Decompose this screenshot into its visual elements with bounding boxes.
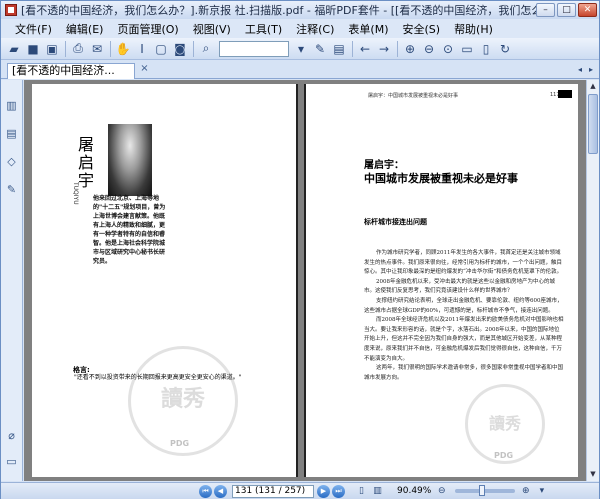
article-title-line1: 屠启宇：	[364, 160, 404, 171]
bookmarks-panel-icon[interactable]: ▥	[4, 98, 19, 113]
page-spine	[296, 84, 298, 477]
author-pinyin: TUQIYU	[72, 182, 79, 205]
zoom-dropdown-icon[interactable]: ▾	[535, 485, 548, 498]
toolbar-separator	[65, 40, 66, 57]
search-options-icon[interactable]: ▾	[292, 40, 310, 58]
scroll-down-icon[interactable]: ▼	[587, 468, 599, 480]
next-page-icon[interactable]: ▶	[317, 484, 330, 498]
save-all-icon[interactable]: ▣	[43, 40, 61, 58]
scroll-thumb[interactable]	[588, 94, 598, 154]
body-paragraph: 2008年金融危机以来，受冲击最大的就是这些以金融和房地产为中心的城市。这使我们…	[364, 278, 555, 295]
zoom-tool-icon[interactable]: ⊙	[439, 40, 457, 58]
email-icon[interactable]: ✉	[88, 40, 106, 58]
print-icon[interactable]: ⎙	[69, 40, 87, 58]
single-page-view-icon[interactable]: ▯	[355, 485, 368, 498]
document-view[interactable]: 屠启宇 TUQIYU 他来回过北京、上海等地的"十二五"规划项目，曾为上海世博会…	[24, 80, 586, 481]
last-page-icon[interactable]: ⏭	[332, 484, 345, 498]
facing-pages-view-icon[interactable]: ▥	[371, 485, 384, 498]
highlight-icon[interactable]: ✎	[311, 40, 329, 58]
menu-security[interactable]: 安全(S)	[402, 21, 440, 37]
status-bar: ⏮ ◀ 131 (131 / 257) ▶ ⏭ ▯ ▥ 90.49% ⊖ ⊕ ▾	[1, 482, 599, 499]
fit-width-icon[interactable]: ▯	[477, 40, 495, 58]
find-input[interactable]	[219, 40, 289, 57]
menu-view[interactable]: 视图(V)	[193, 21, 231, 37]
header-black-bar	[558, 90, 572, 98]
menu-form[interactable]: 表单(M)	[348, 21, 388, 37]
menu-help[interactable]: 帮助(H)	[454, 21, 493, 37]
right-page: 屠启宇：中国城市发展被重视未必是好事 117 屠启宇： 中国城市发展被重视未必是…	[304, 84, 578, 477]
author-photo	[108, 124, 152, 196]
minimize-button[interactable]: –	[536, 3, 555, 17]
watermark-pdg: PDG	[170, 439, 190, 448]
select-text-icon[interactable]: Ⅰ	[133, 40, 151, 58]
find-binoculars-icon[interactable]: ⌕	[197, 40, 215, 58]
navigation-sidebar: ▥ ▤ ◇ ✎ ⌀ ▭	[1, 80, 23, 481]
document-tab[interactable]: [看不透的中国经济...	[7, 63, 135, 79]
zoom-out-icon[interactable]: ⊖	[420, 40, 438, 58]
back-arrow-icon[interactable]: ←	[356, 40, 374, 58]
tab-scroll-left-icon[interactable]: ◂	[575, 65, 585, 75]
zoom-slider-knob[interactable]	[479, 485, 486, 496]
forward-arrow-icon[interactable]: →	[375, 40, 393, 58]
page-spine	[304, 84, 306, 477]
attachments-panel-icon[interactable]: ⌀	[4, 428, 19, 443]
body-paragraph: 支撑纽约研究结论表明，全球走出金融危机、要靠伦敦、纽约等600座城市，这些城市占…	[364, 297, 563, 314]
running-header: 屠启宇：中国城市发展被重视未必是好事	[368, 93, 459, 99]
scroll-up-icon[interactable]: ▲	[587, 80, 599, 92]
left-page: 屠启宇 TUQIYU 他来回过北京、上海等地的"十二五"规划项目，曾为上海世博会…	[32, 84, 298, 477]
document-tab-strip: [看不透的中国经济... × ◂ ▸	[1, 61, 599, 79]
article-body: 作为城市研究学者，同顾2011年发生的各大事件，我首定还是关注城市领域发生的热点…	[364, 249, 564, 383]
page-number-input[interactable]: 131 (131 / 257)	[232, 484, 314, 498]
foxit-app-icon	[5, 4, 17, 16]
fit-page-icon[interactable]: ▭	[458, 40, 476, 58]
toolbar-separator	[397, 40, 398, 57]
main-toolbar: ▰ ■ ▣ ⎙ ✉ ✋ Ⅰ ▢ ◙ ⌕ ▾ ✎ ▤ ← → ⊕ ⊖ ⊙ ▭ ▯ …	[1, 38, 599, 60]
article-title-line2: 中国城市发展被重视未必是好事	[364, 172, 518, 185]
body-paragraph: 这两年，我们很明的国际学术邀请非常多，很多国家非常重视中国学者和中国城市发展方向…	[364, 365, 564, 381]
previous-page-icon[interactable]: ◀	[214, 484, 227, 498]
menu-tools[interactable]: 工具(T)	[245, 21, 282, 37]
maximize-button[interactable]: □	[557, 3, 576, 17]
menu-comment[interactable]: 注释(C)	[296, 21, 334, 37]
menu-bar: 文件(F) 编辑(E) 页面管理(O) 视图(V) 工具(T) 注释(C) 表单…	[1, 19, 599, 38]
first-page-icon[interactable]: ⏮	[199, 484, 212, 498]
open-folder-icon[interactable]: ▰	[5, 40, 23, 58]
zoom-in-small-icon[interactable]: ⊕	[519, 485, 532, 498]
vertical-scrollbar[interactable]: ▲ ▼	[586, 80, 599, 481]
title-bar: [看不透的中国经济，我们怎么办？].新京报 社.扫描版.pdf - 福昕PDF套…	[1, 1, 599, 19]
pages-panel-icon[interactable]: ▤	[4, 126, 19, 141]
layers-panel-icon[interactable]: ◇	[4, 154, 19, 169]
tab-scroll-right-icon[interactable]: ▸	[586, 65, 596, 75]
close-tab-icon[interactable]: ×	[139, 64, 150, 75]
body-paragraph: 作为城市研究学者，同顾2011年发生的各大事件，我首定还是关注城市领域发生的热点…	[364, 250, 563, 276]
comments-panel-icon[interactable]: ▭	[4, 454, 19, 469]
body-paragraph: 而2008年全球经济危机以及2011年爆发出来的欧美债务危机对中国影响也相当大。…	[364, 317, 564, 362]
menu-page-management[interactable]: 页面管理(O)	[117, 21, 178, 37]
snapshot-icon[interactable]: ▢	[152, 40, 170, 58]
toolbar-separator	[110, 40, 111, 57]
rotate-icon[interactable]: ↻	[496, 40, 514, 58]
watermark-pdg: PDG	[494, 451, 514, 460]
window-title: [看不透的中国经济，我们怎么办？].新京报 社.扫描版.pdf - 福昕PDF套…	[21, 4, 536, 17]
hand-tool-icon[interactable]: ✋	[114, 40, 132, 58]
menu-edit[interactable]: 编辑(E)	[66, 21, 104, 37]
zoom-level: 90.49%	[397, 486, 432, 496]
toolbar-separator	[193, 40, 194, 57]
zoom-slider[interactable]	[455, 485, 516, 496]
menu-file[interactable]: 文件(F)	[15, 21, 52, 37]
toolbar-separator	[352, 40, 353, 57]
app-window: [看不透的中国经济，我们怎么办？].新京报 社.扫描版.pdf - 福昕PDF套…	[0, 0, 600, 499]
camera-icon[interactable]: ◙	[171, 40, 189, 58]
zoom-in-icon[interactable]: ⊕	[401, 40, 419, 58]
save-icon[interactable]: ■	[24, 40, 42, 58]
close-window-button[interactable]: ✕	[578, 3, 597, 17]
zoom-out-small-icon[interactable]: ⊖	[435, 485, 448, 498]
signatures-panel-icon[interactable]: ✎	[4, 182, 19, 197]
section-heading: 标杆城市接连出问题	[364, 218, 427, 226]
author-bio: 他来回过北京、上海等地的"十二五"规划项目，曾为上海世博会建言献策。他既有上海人…	[93, 195, 166, 265]
note-icon[interactable]: ▤	[330, 40, 348, 58]
